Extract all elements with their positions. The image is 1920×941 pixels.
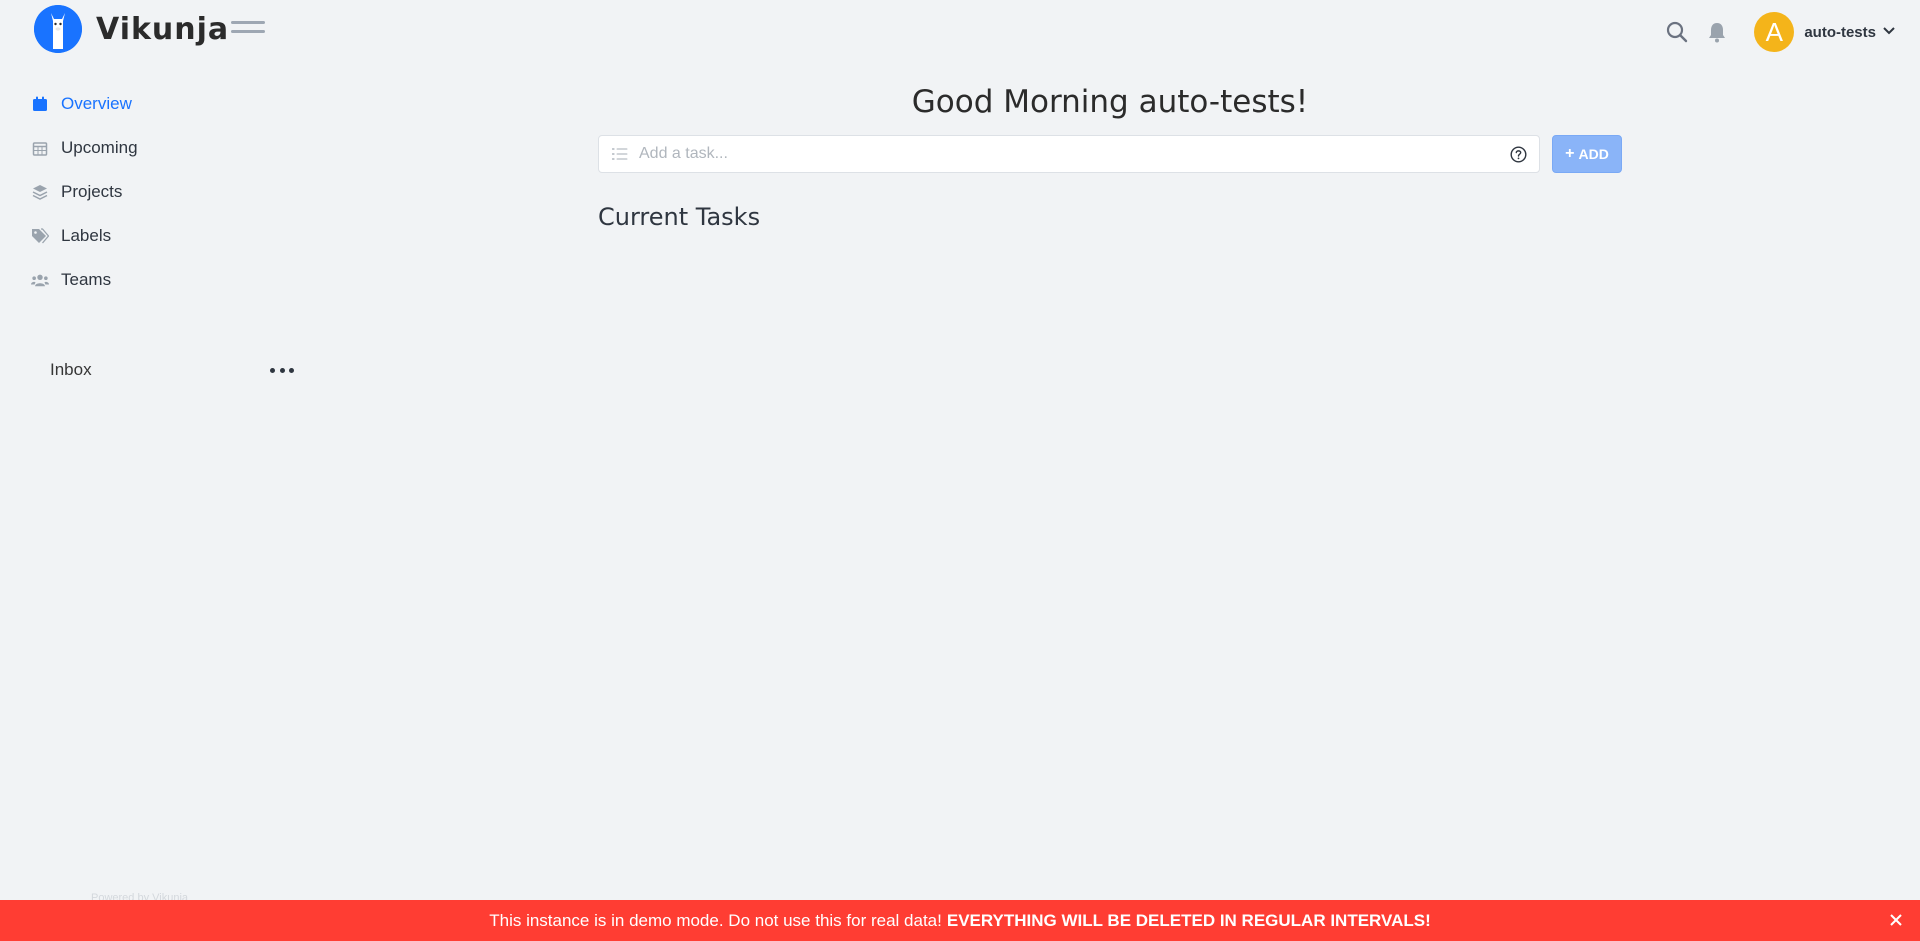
- page-title: Good Morning auto-tests!: [911, 84, 1309, 120]
- sidebar-item-teams[interactable]: Teams: [0, 258, 300, 302]
- add-task-field: [598, 135, 1540, 173]
- list-icon: [611, 145, 629, 163]
- sidebar-item-label: Teams: [61, 270, 112, 289]
- sidebar-item-label: Labels: [61, 226, 112, 245]
- calendar-icon: [31, 95, 49, 113]
- calendar-grid-icon: [31, 139, 49, 157]
- search-icon[interactable]: [1662, 17, 1692, 47]
- llama-logo-icon: [34, 5, 82, 53]
- avatar[interactable]: A: [1754, 12, 1795, 52]
- plus-icon: +: [1565, 145, 1575, 162]
- hamburger-menu-icon[interactable]: [231, 21, 265, 41]
- project-label: Inbox: [50, 360, 92, 379]
- current-tasks-heading: Current Tasks: [598, 203, 761, 231]
- user-toolbar: A auto-tests: [1652, 12, 1896, 52]
- bell-icon[interactable]: [1702, 17, 1732, 47]
- user-name[interactable]: auto-tests: [1804, 24, 1876, 41]
- project-item-inbox[interactable]: Inbox: [50, 358, 300, 382]
- add-button-label: ADD: [1578, 146, 1609, 162]
- demo-mode-banner: This instance is in demo mode. Do not us…: [0, 900, 1920, 941]
- sidebar-item-label: Projects: [61, 182, 123, 201]
- app-name: Vikunja: [96, 11, 230, 47]
- tags-icon: [31, 227, 49, 245]
- sidebar-nav: Overview Upcoming Projects Labels Teams: [0, 82, 300, 302]
- sidebar-item-overview[interactable]: Overview: [0, 82, 300, 126]
- demo-banner-warning: EVERYTHING WILL BE DELETED IN REGULAR IN…: [946, 910, 1431, 930]
- add-task-button[interactable]: + ADD: [1552, 135, 1622, 173]
- sidebar-item-upcoming[interactable]: Upcoming: [0, 126, 300, 170]
- layers-icon: [31, 183, 49, 201]
- top-navbar: Vikunja A auto-tests: [0, 0, 1920, 62]
- sidebar-item-label: Overview: [61, 94, 132, 113]
- demo-banner-text: This instance is in demo mode. Do not us…: [489, 910, 942, 930]
- add-task-input[interactable]: [639, 145, 1509, 163]
- users-icon: [31, 271, 49, 289]
- app-logo[interactable]: Vikunja: [34, 5, 229, 53]
- close-icon[interactable]: [1886, 910, 1906, 930]
- sidebar-item-label: Upcoming: [61, 138, 138, 157]
- more-dots-icon[interactable]: [270, 361, 294, 379]
- chevron-down-icon[interactable]: [1882, 23, 1896, 41]
- question-circle-icon[interactable]: [1509, 145, 1527, 163]
- sidebar-item-projects[interactable]: Projects: [0, 170, 300, 214]
- sidebar-item-labels[interactable]: Labels: [0, 214, 300, 258]
